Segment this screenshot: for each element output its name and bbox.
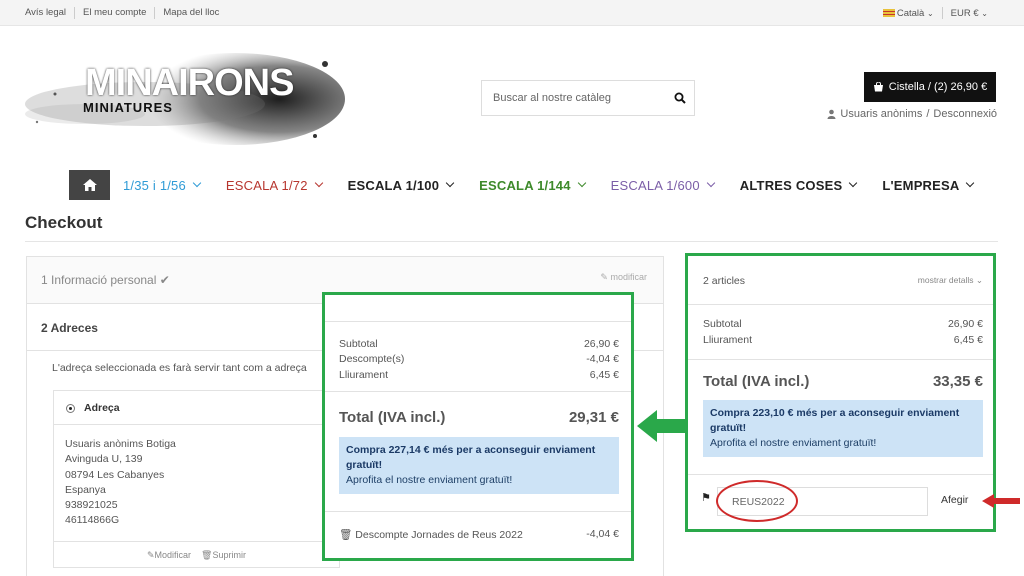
cart-summary-after-discount: Subtotal 26,90 € Descompte(s) -4,04 € Lliu… xyxy=(322,292,634,561)
divider xyxy=(325,391,631,392)
trash-icon: 🗑 xyxy=(201,549,213,560)
modify-address-button[interactable]: ✎Modificar xyxy=(147,550,191,561)
chevron-down-icon xyxy=(445,178,455,188)
sitemap-link[interactable]: Mapa del lloc xyxy=(155,7,227,19)
chevron-down-icon xyxy=(192,178,202,188)
step-1-title: 1 Informació personal ✔ xyxy=(41,273,170,287)
address-card-header: Adreça xyxy=(54,391,339,425)
home-button[interactable] xyxy=(69,170,110,200)
green-arrow-icon xyxy=(637,410,689,442)
address-lines: Usuaris anònims Botiga Avinguda U, 139 0… xyxy=(65,438,176,527)
subtotal-row: Subtotal 26,90 € xyxy=(703,318,983,330)
discount-row: Descompte(s) -4,04 € xyxy=(339,353,619,365)
divider xyxy=(325,511,631,512)
language-selector[interactable]: Català ⌄ xyxy=(882,8,934,19)
nav-item-escala-1-72[interactable]: ESCALA 1/72 xyxy=(226,178,323,193)
red-circle-annotation xyxy=(716,480,798,522)
checkmark-icon: ✔ xyxy=(159,273,170,287)
user-icon xyxy=(827,109,836,119)
shopping-bag-icon xyxy=(873,82,883,92)
nav-item-altres-coses[interactable]: ALTRES COSES xyxy=(740,178,858,193)
nav-item-escala-1-100[interactable]: ESCALA 1/100 xyxy=(348,178,455,193)
delete-address-button[interactable]: 🗑Suprimir xyxy=(201,550,246,561)
slash: / xyxy=(926,108,930,120)
show-details-link[interactable]: mostrar detalls ⌄ xyxy=(918,275,983,287)
chevron-down-icon xyxy=(966,178,975,188)
articles-row: 2 articles mostrar detalls ⌄ xyxy=(703,275,983,287)
pencil-icon: ✎ xyxy=(146,549,155,560)
pencil-icon: ✎ xyxy=(600,272,608,282)
my-account-link[interactable]: El meu compte xyxy=(75,7,156,19)
nav-item-empresa[interactable]: L'EMPRESA xyxy=(882,178,975,193)
search-icon[interactable] xyxy=(666,81,694,115)
address-note: L'adreça seleccionada es farà servir tan… xyxy=(52,362,307,374)
red-arrow-icon xyxy=(982,494,1020,508)
total-row: Total (IVA incl.) 29,31 € xyxy=(339,409,619,426)
divider xyxy=(688,474,993,475)
currency-selector[interactable]: EUR € ⌄ xyxy=(951,8,988,19)
search-box[interactable]: Buscar al nostre catàleg xyxy=(481,80,695,116)
logo-subtitle: MINIATURES xyxy=(83,100,173,115)
divider xyxy=(25,241,998,242)
chevron-down-icon xyxy=(706,178,716,188)
search-input[interactable]: Buscar al nostre catàleg xyxy=(482,92,666,104)
main-nav: 1/35 i 1/56 ESCALA 1/72 ESCALA 1/100 ESC… xyxy=(69,170,975,200)
chevron-down-icon xyxy=(849,178,858,188)
nav-item-escala-1-144[interactable]: ESCALA 1/144 xyxy=(479,178,586,193)
add-promo-button[interactable]: Afegir xyxy=(941,494,968,506)
divider xyxy=(688,304,993,305)
cart-label: Cistella / (2) 26,90 € xyxy=(888,81,988,93)
free-shipping-notice: Compra 223,10 € més per a aconseguir env… xyxy=(703,400,983,457)
legal-link[interactable]: Avís legal xyxy=(25,7,76,19)
address-radio[interactable] xyxy=(66,404,75,413)
nav-item-1-35[interactable]: 1/35 i 1/56 xyxy=(123,178,202,193)
voucher-row: 🗑 Descompte Jornades de Reus 2022 -4,04 … xyxy=(339,528,619,541)
step-1-modify-link[interactable]: ✎ modificar xyxy=(600,272,647,283)
divider xyxy=(941,7,943,19)
shipping-row: Lliurament 6,45 € xyxy=(339,369,619,381)
total-row: Total (IVA incl.) 33,35 € xyxy=(703,373,983,390)
chevron-down-icon xyxy=(577,178,586,188)
cart-button[interactable]: Cistella / (2) 26,90 € xyxy=(864,72,996,102)
logout-link[interactable]: Desconnexió xyxy=(933,108,997,120)
user-info: Usuaris anònims / Desconnexió xyxy=(827,108,997,120)
page-title: Checkout xyxy=(25,213,103,232)
trash-icon[interactable]: 🗑 xyxy=(339,529,352,541)
free-shipping-notice: Compra 227,14 € més per a aconseguir env… xyxy=(339,437,619,494)
subtotal-row: Subtotal 26,90 € xyxy=(339,338,619,350)
top-utility-bar: Avís legal El meu compte Mapa del lloc C… xyxy=(0,0,1024,26)
home-icon xyxy=(82,179,97,191)
address-card-title: Adreça xyxy=(84,402,120,414)
address-card-footer: ✎Modificar 🗑Suprimir xyxy=(54,541,339,568)
user-name[interactable]: Usuaris anònims xyxy=(840,108,922,120)
catalan-flag-icon xyxy=(882,8,895,17)
divider xyxy=(325,321,631,322)
tag-icon: ⚑ xyxy=(701,492,711,504)
step-2-title: 2 Adreces xyxy=(41,321,98,335)
divider xyxy=(688,359,993,360)
shipping-row: Lliurament 6,45 € xyxy=(703,334,983,346)
site-logo[interactable]: MINAIRONS MINIATURES xyxy=(25,44,345,148)
chevron-down-icon xyxy=(314,178,323,188)
articles-count: 2 articles xyxy=(703,275,746,287)
nav-item-escala-1-600[interactable]: ESCALA 1/600 xyxy=(611,178,716,193)
address-card[interactable]: Adreça Usuaris anònims Botiga Avinguda U… xyxy=(53,390,340,568)
logo-text: MINAIRONS xyxy=(85,62,294,104)
